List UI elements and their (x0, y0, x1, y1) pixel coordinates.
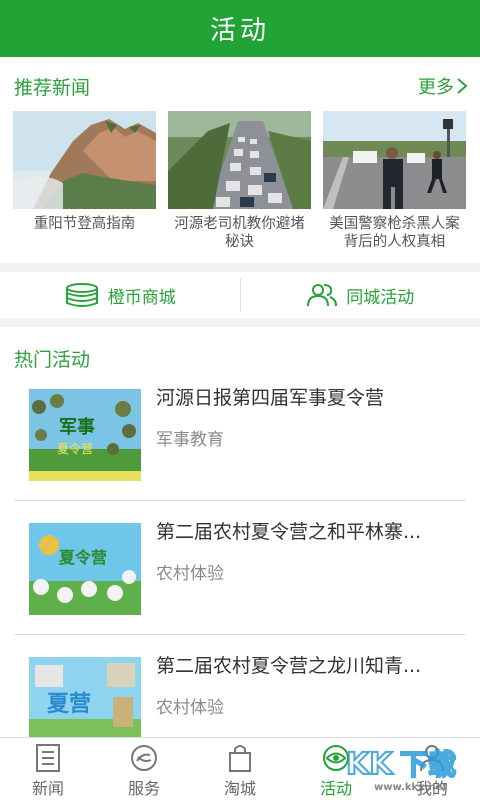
chevron-right-icon (457, 78, 468, 94)
svg-text:夏营: 夏营 (47, 692, 91, 717)
activity-title: 第二届农村夏令营之和平林寨... (156, 521, 422, 543)
activity-tag: 农村体验 (156, 564, 224, 584)
activity-item[interactable]: 夏令营 第二届农村夏令营之和平林寨... 农村体验 (14, 501, 466, 635)
more-label: 更多 (418, 77, 454, 98)
page-title: 活动 (209, 16, 270, 46)
tab-shop[interactable]: 淘城 (192, 738, 288, 800)
coins-icon (65, 283, 98, 307)
activity-tag: 军事教育 (156, 430, 224, 450)
activity-image-youth-camp: 夏营 (29, 657, 141, 737)
more-link[interactable]: 更多 (418, 73, 468, 99)
tab-label: 服务 (127, 779, 160, 798)
activity-image-rural-camp: 夏令营 (29, 523, 141, 615)
svg-text:夏令营: 夏令营 (58, 548, 107, 567)
shortcut-label: 同城活动 (346, 287, 415, 308)
tab-service[interactable]: 服务 (96, 738, 192, 800)
tab-profile[interactable]: 我的 (384, 738, 480, 800)
shortcut-bar: 橙币商城 同城活动 (0, 272, 480, 318)
top-bar: 活动 (0, 0, 480, 57)
tab-label: 新闻 (31, 779, 64, 798)
shopping-bag-icon (229, 745, 251, 772)
user-icon (420, 745, 444, 772)
news-heading: 推荐新闻 (14, 77, 91, 99)
svg-text:军事: 军事 (59, 416, 95, 438)
bottom-tab-bar: 新闻 服务 淘城 活动 我的 (0, 737, 480, 800)
tab-label: 我的 (415, 779, 448, 798)
news-image-traffic (168, 111, 311, 209)
shortcut-label: 橙币商城 (107, 287, 176, 308)
service-icon (131, 745, 157, 771)
eye-icon (323, 745, 349, 771)
newspaper-icon (36, 744, 60, 772)
tab-news[interactable]: 新闻 (0, 738, 96, 800)
activity-item[interactable]: 军事 夏令营 河源日报第四届军事夏令营 军事教育 (14, 367, 466, 501)
shortcut-coin-mall[interactable]: 橙币商城 (0, 272, 240, 318)
svg-text:夏令营: 夏令营 (57, 441, 93, 456)
news-image-police (323, 111, 466, 209)
shortcut-city-events[interactable]: 同城活动 (241, 272, 480, 318)
news-section: 推荐新闻 更多 重阳节登高指南 河源老司机教你避堵秘诀 美国警察枪杀黑人案背后的… (0, 57, 480, 263)
activity-title: 第二届农村夏令营之龙川知青... (156, 655, 422, 677)
news-card[interactable]: 河源老司机教你避堵秘诀 (168, 111, 311, 251)
tab-label: 淘城 (223, 779, 256, 798)
hot-activities-section: 热门活动 军事 夏令营 河源日报第四届军事夏令营 军事教育 夏令营 第二届农村夏… (0, 327, 480, 737)
tab-activity[interactable]: 活动 (288, 738, 384, 800)
news-caption: 重阳节登高指南 (33, 216, 136, 232)
activity-title: 河源日报第四届军事夏令营 (156, 387, 385, 409)
tab-label: 活动 (319, 779, 352, 798)
news-image-mountain (13, 111, 156, 209)
activity-item[interactable]: 夏营 第二届农村夏令营之龙川知青... 农村体验 (14, 635, 466, 737)
news-caption: 河源老司机教你避堵秘诀 (174, 216, 305, 250)
activity-tag: 农村体验 (156, 698, 224, 718)
activity-image-military-camp: 军事 夏令营 (29, 389, 141, 481)
news-card[interactable]: 美国警察枪杀黑人案背后的人权真相 (323, 111, 466, 251)
people-icon (307, 284, 338, 307)
news-caption: 美国警察枪杀黑人案背后的人权真相 (329, 216, 460, 250)
news-card[interactable]: 重阳节登高指南 (13, 111, 156, 233)
